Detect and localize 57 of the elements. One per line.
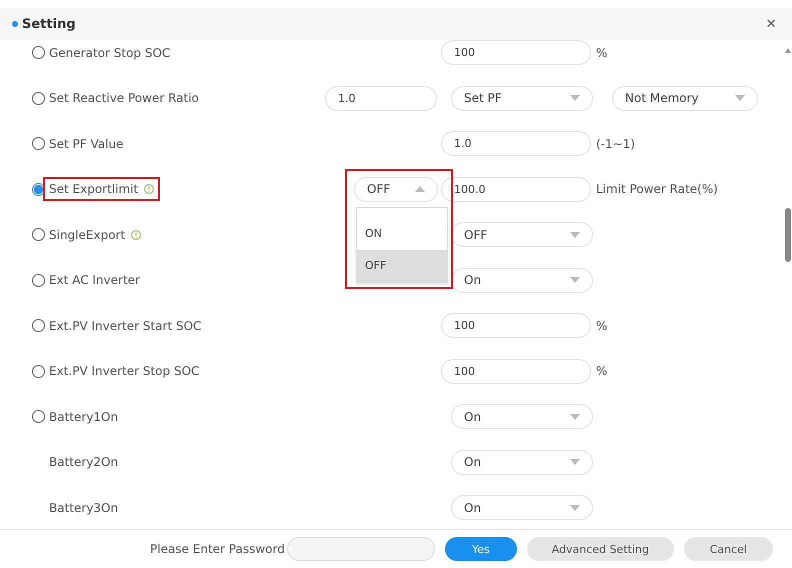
dropdown[interactable]: On <box>451 450 593 475</box>
dropdown[interactable]: OFF <box>354 176 438 202</box>
radio-button[interactable] <box>32 137 45 150</box>
highlighted-label: Set Exportlimit <box>43 177 160 202</box>
dot-icon <box>12 21 18 27</box>
dropdown[interactable]: On <box>451 268 593 293</box>
unit-text: Limit Power Rate(%) <box>596 182 719 196</box>
setting-label: Battery2On <box>48 454 120 472</box>
unit-text: % <box>596 46 608 60</box>
close-button[interactable]: × <box>762 14 780 34</box>
setting-label: Battery1On <box>48 408 120 426</box>
caret-down-icon <box>570 504 580 511</box>
caret-down-icon <box>570 414 580 420</box>
scrollbar-thumb[interactable] <box>785 208 791 262</box>
input-field[interactable]: 1.0 <box>325 86 437 111</box>
setting-label: Generator Stop SOC <box>48 44 172 62</box>
setting-label: Battery3On <box>48 500 120 517</box>
dropdown[interactable]: Set PF <box>451 86 593 111</box>
caret-down-icon <box>570 459 580 466</box>
dropdown-option[interactable]: ON <box>357 218 447 250</box>
dropdown[interactable]: On <box>451 495 593 520</box>
dialog-title: Setting <box>22 16 77 32</box>
input-field[interactable]: 100 <box>441 313 591 338</box>
setting-label: Ext AC Inverter <box>48 272 141 290</box>
unit-text: (-1~1) <box>596 136 636 151</box>
setting-label: SingleExport <box>43 222 148 247</box>
setting-label: Set PF Value <box>48 136 124 153</box>
caret-down-icon <box>570 95 580 102</box>
input-field[interactable]: 100.0 <box>441 176 591 202</box>
radio-button[interactable] <box>32 410 45 424</box>
input-field[interactable]: 100 <box>441 358 591 384</box>
radio-button[interactable] <box>32 92 45 105</box>
input-field[interactable]: 100 <box>441 40 591 66</box>
password-field[interactable] <box>286 537 435 561</box>
caret-down-icon <box>735 95 745 102</box>
radio-button[interactable] <box>32 274 45 287</box>
caret-down-icon <box>570 232 580 238</box>
secondary-button[interactable]: Cancel <box>684 537 773 561</box>
dropdown[interactable]: Not Memory <box>612 86 758 111</box>
radio-button[interactable] <box>32 228 45 242</box>
scroll-up-icon[interactable] <box>785 48 791 53</box>
setting-label: Ext.PV Inverter Start SOC <box>48 318 202 335</box>
caret-down-icon <box>570 277 580 284</box>
caret-up-icon <box>415 186 425 192</box>
password-label: Please Enter Password <box>150 542 285 556</box>
radio-button[interactable] <box>32 46 45 60</box>
radio-button[interactable] <box>32 364 45 378</box>
radio-button[interactable] <box>32 319 45 332</box>
setting-label: Ext.PV Inverter Stop SOC <box>48 363 200 380</box>
dropdown[interactable]: OFF <box>451 222 593 248</box>
secondary-button[interactable]: Advanced Setting <box>526 537 674 561</box>
dropdown[interactable]: On <box>451 404 593 430</box>
unit-text: % <box>596 364 608 378</box>
setting-label: Set Reactive Power Ratio <box>48 90 200 108</box>
dropdown-option[interactable]: OFF <box>357 250 447 282</box>
input-field[interactable]: 1.0 <box>441 131 591 156</box>
unit-text: % <box>596 318 608 333</box>
